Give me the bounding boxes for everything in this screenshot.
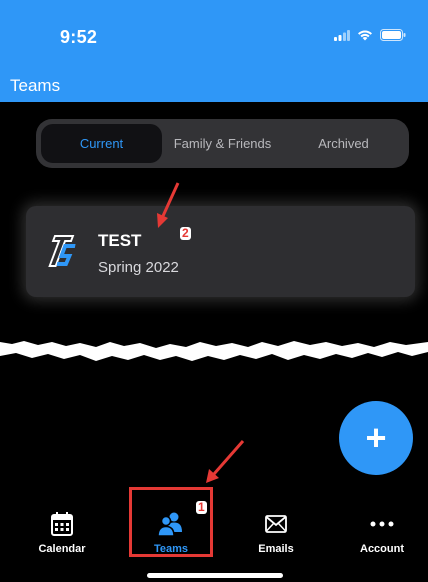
torn-edge-divider [0,341,428,361]
battery-icon [380,29,406,41]
team-card[interactable]: TEST Spring 2022 [26,206,415,297]
envelope-icon [265,515,287,533]
calendar-icon [51,512,73,536]
teams-tab-highlight [129,487,213,557]
team-name: TEST [98,231,142,250]
annotation-badge-2: 2 [180,226,191,240]
tab-account[interactable]: Account [337,495,427,555]
team-filter-segmented-control: Current Family & Friends Archived [36,119,409,168]
segment-family-friends[interactable]: Family & Friends [162,124,283,163]
status-time: 9:52 [60,27,98,47]
home-indicator [147,573,283,578]
team-logo-icon [48,235,76,267]
segment-archived[interactable]: Archived [283,124,404,163]
annotation-badge-1: 1 [196,500,207,514]
arrow-to-teams-tab [206,440,245,483]
status-bar: 9:52 [0,0,428,72]
status-icons [334,29,406,41]
wifi-icon [358,30,372,41]
tab-calendar[interactable]: Calendar [17,495,107,555]
tab-emails-label: Emails [258,543,294,555]
phone-screen: 9:52 Teams Current Family & Friends Arch… [0,0,428,582]
signal-icon [334,29,350,41]
tab-account-label: Account [360,543,404,555]
add-team-button[interactable]: + [339,401,413,475]
tab-emails[interactable]: Emails [231,495,321,555]
bottom-tab-bar: Calendar Teams Emails Account [0,495,428,582]
ellipsis-icon [370,521,394,527]
tab-calendar-label: Calendar [38,543,86,555]
page-title: Teams [10,76,61,95]
nav-header: Teams [0,72,428,102]
segment-current[interactable]: Current [41,124,162,163]
team-season: Spring 2022 [98,259,179,276]
